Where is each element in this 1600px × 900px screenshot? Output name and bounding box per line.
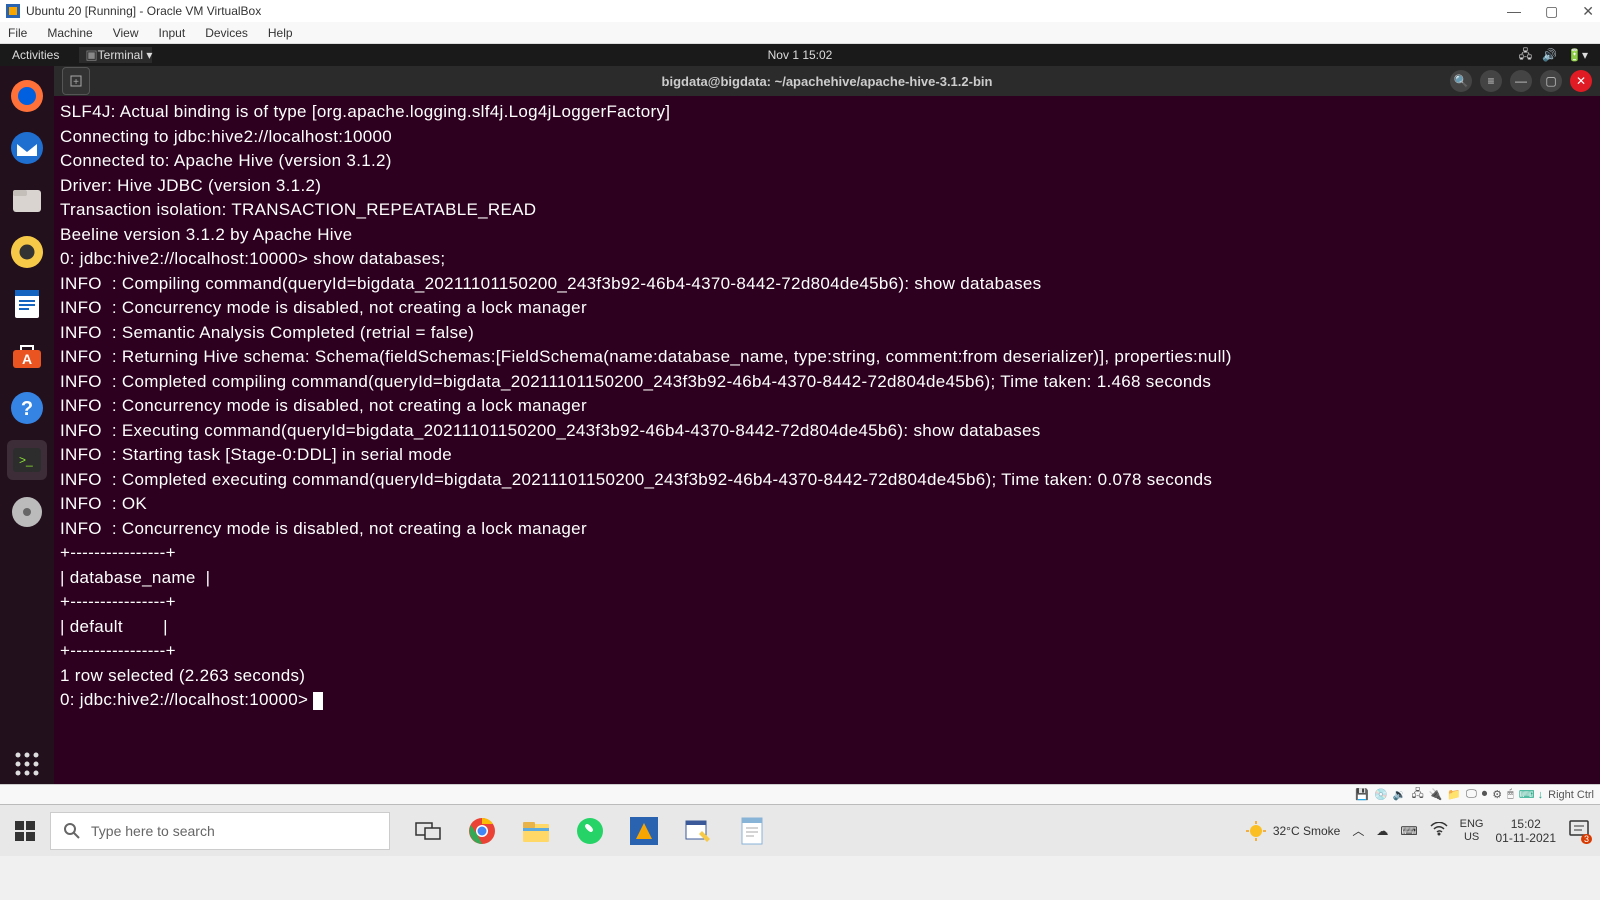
shared-folder-icon[interactable]: 📁 — [1447, 788, 1461, 801]
keyboard-tray-icon[interactable]: ⌨ — [1400, 824, 1417, 838]
network-status-icon[interactable]: 🖧 — [1411, 785, 1423, 804]
file-explorer-icon[interactable] — [520, 815, 552, 847]
whatsapp-icon[interactable] — [574, 815, 606, 847]
host-key-label: Right Ctrl — [1548, 789, 1594, 801]
usb-icon[interactable]: 🔌 — [1429, 788, 1443, 801]
app-menu[interactable]: ▣ Terminal ▾ — [79, 47, 152, 63]
thunderbird-icon[interactable] — [7, 128, 47, 168]
firefox-icon[interactable] — [7, 76, 47, 116]
minimize-button[interactable]: — — [1507, 3, 1521, 20]
ubuntu-software-icon[interactable]: A — [7, 336, 47, 376]
search-button[interactable]: 🔍 — [1450, 70, 1472, 92]
search-box[interactable]: Type here to search — [50, 812, 390, 850]
menu-file[interactable]: File — [8, 26, 27, 40]
window-title: Ubuntu 20 [Running] - Oracle VM VirtualB… — [26, 4, 261, 18]
term-maximize[interactable]: ▢ — [1540, 70, 1562, 92]
mouse-icon[interactable]: 🖱 — [1507, 788, 1514, 801]
cpu-icon[interactable]: ⚙ — [1492, 788, 1502, 801]
ubuntu-dock: A ? >_ — [0, 66, 54, 784]
new-tab-button[interactable]: + — [62, 67, 90, 95]
term-minimize[interactable]: — — [1510, 70, 1532, 92]
terminal-headerbar: + bigdata@bigdata: ~/apachehive/apache-h… — [54, 66, 1600, 96]
tray-chevron[interactable]: ︿ — [1352, 822, 1364, 839]
term-close[interactable]: ✕ — [1570, 70, 1592, 92]
rhythmbox-icon[interactable] — [7, 232, 47, 272]
libreoffice-writer-icon[interactable] — [7, 284, 47, 324]
search-icon — [63, 822, 81, 840]
terminal-icon[interactable]: >_ — [7, 440, 47, 480]
files-icon[interactable] — [7, 180, 47, 220]
keyboard-icon[interactable]: ⌨ ↓ — [1519, 788, 1543, 801]
audio-icon[interactable]: 🔉 — [1393, 788, 1407, 801]
sun-icon — [1245, 820, 1267, 842]
taskbar-clock[interactable]: 15:0201-11-2021 — [1496, 817, 1557, 845]
vbox-logo-icon — [6, 4, 20, 18]
show-apps-icon[interactable] — [7, 744, 47, 784]
notifications-icon[interactable]: 3 — [1568, 819, 1590, 842]
vbox-statusbar: 💾 💿 🔉 🖧 🔌 📁 🖵 ⏺ ⚙ 🖱 ⌨ ↓ Right Ctrl — [0, 784, 1600, 804]
onedrive-icon[interactable]: ☁ — [1376, 824, 1388, 838]
menu-devices[interactable]: Devices — [205, 26, 248, 40]
hamburger-menu[interactable]: ≡ — [1480, 70, 1502, 92]
disk-icon[interactable] — [7, 492, 47, 532]
wifi-icon[interactable] — [1430, 822, 1448, 839]
notepad-icon[interactable] — [736, 815, 768, 847]
recording-icon[interactable]: ⏺ — [1482, 788, 1488, 801]
cursor — [313, 692, 323, 710]
svg-text:+: + — [73, 77, 79, 88]
terminal-title: bigdata@bigdata: ~/apachehive/apache-hiv… — [662, 74, 993, 89]
vbox-titlebar: Ubuntu 20 [Running] - Oracle VM VirtualB… — [0, 0, 1600, 22]
terminal-output[interactable]: SLF4J: Actual binding is of type [org.ap… — [54, 96, 1600, 784]
menu-help[interactable]: Help — [268, 26, 293, 40]
activities-button[interactable]: Activities — [12, 48, 59, 62]
weather-widget[interactable]: 32°C Smoke — [1245, 820, 1341, 842]
svg-text:A: A — [22, 351, 32, 367]
volume-icon[interactable]: 🔊 — [1542, 48, 1557, 62]
maximize-button[interactable]: ▢ — [1545, 3, 1558, 20]
optical-icon[interactable]: 💿 — [1374, 788, 1388, 801]
language-indicator[interactable]: ENGUS — [1460, 818, 1484, 844]
virtualbox-icon[interactable] — [628, 815, 660, 847]
display-icon[interactable]: 🖵 — [1466, 788, 1477, 801]
chrome-icon[interactable] — [466, 815, 498, 847]
close-button[interactable]: ✕ — [1582, 3, 1594, 20]
svg-text:>_: >_ — [19, 453, 33, 467]
menu-input[interactable]: Input — [159, 26, 186, 40]
menu-machine[interactable]: Machine — [47, 26, 92, 40]
network-icon[interactable]: 🖧 — [1519, 45, 1532, 66]
svg-text:?: ? — [21, 398, 33, 420]
windows-taskbar: Type here to search 32°C Smoke ︿ ☁ ⌨ ENG… — [0, 804, 1600, 856]
menu-view[interactable]: View — [113, 26, 139, 40]
putty-icon[interactable] — [682, 815, 714, 847]
gnome-topbar: Activities ▣ Terminal ▾ Nov 1 15:02 🖧 🔊 … — [0, 44, 1600, 66]
power-icon[interactable]: 🔋▾ — [1567, 48, 1588, 62]
start-button[interactable] — [0, 805, 50, 857]
search-placeholder: Type here to search — [91, 823, 215, 839]
vbox-menubar: File Machine View Input Devices Help — [0, 22, 1600, 44]
hdd-icon[interactable]: 💾 — [1355, 788, 1369, 801]
help-icon[interactable]: ? — [7, 388, 47, 428]
clock-label[interactable]: Nov 1 15:02 — [768, 48, 833, 62]
task-view-icon[interactable] — [412, 815, 444, 847]
